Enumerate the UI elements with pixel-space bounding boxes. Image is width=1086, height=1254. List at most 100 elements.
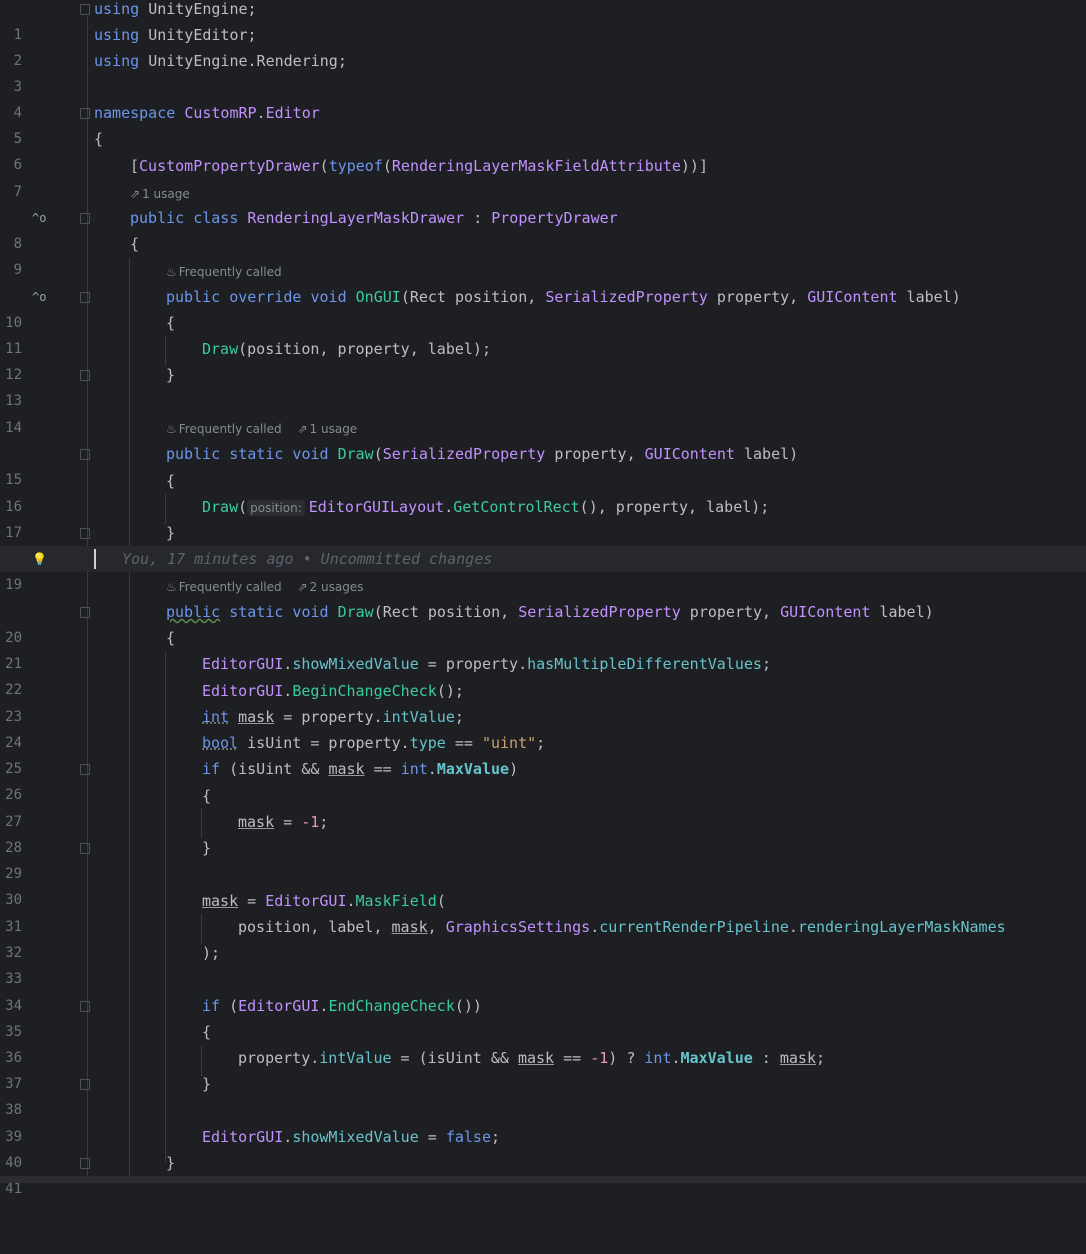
code-line[interactable]: 32 position, label, mask, GraphicsSettin… — [0, 914, 1086, 961]
code-line[interactable]: 31 mask = EditorGUI.MaskField( — [0, 888, 1086, 935]
flame-icon: ♨ — [166, 265, 177, 279]
usage-arrow-icon: ⇗ — [297, 580, 308, 594]
fold-marker-icon[interactable] — [80, 1158, 90, 1169]
code-text: } — [166, 1154, 176, 1172]
code-text: property.intValue = (isUint && mask == -… — [238, 1049, 826, 1067]
code-text: { — [166, 314, 176, 332]
fold-marker-icon[interactable] — [80, 108, 90, 119]
frequently-called-hint[interactable]: ♨ Frequently called ⇗ 2 usages — [166, 576, 375, 598]
code-line[interactable]: 33 ); — [0, 940, 1086, 987]
parameter-hint: position: — [247, 500, 305, 516]
fold-marker-icon[interactable] — [80, 528, 90, 539]
code-text: public override void OnGUI(Rect position… — [166, 288, 961, 306]
code-text: EditorGUI.BeginChangeCheck(); — [202, 682, 464, 700]
code-line[interactable]: 28 mask = -1; — [0, 809, 1086, 856]
code-line[interactable]: 13 } — [0, 362, 1086, 409]
code-text: { — [166, 629, 176, 647]
code-line[interactable]: 15 public static void Draw(SerializedPro… — [0, 441, 1086, 488]
usage-arrow-icon: ⇗ — [297, 422, 308, 436]
code-line[interactable]: 35 if (EditorGUI.EndChangeCheck()) — [0, 993, 1086, 1040]
code-line[interactable]: 2 using UnityEditor; — [0, 22, 1086, 69]
blame-annotation: You, 17 minutes ago • Uncommitted change… — [122, 550, 493, 568]
code-line[interactable]: 11 { — [0, 310, 1086, 357]
code-line[interactable]: 17 Draw(position: EditorGUILayout.GetCont… — [0, 494, 1086, 541]
line-number: 9 — [13, 262, 22, 278]
code-text: { — [130, 235, 140, 253]
code-line[interactable]: 8 ^o public class RenderingLayerMaskDraw… — [0, 205, 1086, 252]
code-text: public static void Draw(SerializedProper… — [166, 445, 799, 463]
code-line[interactable]: 18 } — [0, 520, 1086, 567]
code-text: using UnityEngine; — [94, 0, 257, 18]
override-up-icon[interactable]: ^o — [32, 205, 50, 231]
code-text: Draw(position, property, label); — [202, 340, 491, 358]
code-line[interactable]: 40 EditorGUI.showMixedValue = false; — [0, 1124, 1086, 1171]
code-text: { — [202, 787, 212, 805]
code-line[interactable]: 1 using UnityEngine; — [0, 0, 1086, 43]
fold-marker-icon[interactable] — [80, 449, 90, 460]
usage-arrow-icon: ⇗ — [130, 187, 141, 201]
frequently-called-hint[interactable]: ♨ Frequently called ⇗ 1 usage — [166, 418, 369, 440]
code-line[interactable]: 6 { — [0, 126, 1086, 173]
code-text: } — [202, 839, 212, 857]
code-text: EditorGUI.showMixedValue = false; — [202, 1128, 501, 1146]
fold-marker-icon[interactable] — [80, 213, 90, 224]
code-line[interactable]: 39 — [0, 1098, 1086, 1145]
code-text: ); — [202, 944, 221, 962]
lightbulb-icon[interactable]: 💡 — [32, 546, 50, 572]
fold-marker-icon[interactable] — [80, 4, 90, 15]
code-line[interactable]: 14 — [0, 389, 1086, 436]
code-line[interactable]: 20 public static void Draw(Rect position… — [0, 599, 1086, 646]
code-line[interactable]: 26 if (isUint && mask == int.MaxValue) — [0, 756, 1086, 803]
code-text: { — [202, 1023, 212, 1041]
fold-marker-icon[interactable] — [80, 764, 90, 775]
current-code-line[interactable]: 19 💡 You, 17 minutes ago • Uncommitted c… — [0, 546, 1086, 593]
code-line[interactable]: 29 } — [0, 835, 1086, 882]
fold-marker-icon[interactable] — [80, 843, 90, 854]
code-line[interactable]: 9 { — [0, 231, 1086, 278]
fold-marker-icon[interactable] — [80, 607, 90, 618]
code-text: EditorGUI.showMixedValue = property.hasM… — [202, 655, 771, 673]
code-line[interactable]: 3 using UnityEngine.Rendering; — [0, 48, 1086, 95]
fold-marker-icon[interactable] — [80, 1001, 90, 1012]
code-text: [CustomPropertyDrawer(typeof(RenderingLa… — [130, 157, 708, 175]
fold-marker-icon[interactable] — [80, 1079, 90, 1090]
status-bar — [0, 1176, 1086, 1183]
code-line[interactable]: 27 { — [0, 783, 1086, 830]
usage-hint[interactable]: ⇗ 1 usage — [130, 183, 202, 205]
code-line[interactable]: 5 namespace CustomRP.Editor — [0, 100, 1086, 147]
code-line[interactable]: 25 bool isUint = property.type == "uint"… — [0, 730, 1086, 777]
override-up-icon[interactable]: ^o — [32, 284, 50, 310]
fold-marker-icon[interactable] — [80, 370, 90, 381]
code-line[interactable]: 41 } — [0, 1150, 1086, 1197]
code-line[interactable]: 21 { — [0, 625, 1086, 672]
flame-icon: ♨ — [166, 422, 177, 436]
code-text: { — [166, 472, 176, 490]
code-text: using UnityEditor; — [94, 26, 257, 44]
code-line[interactable]: 30 — [0, 861, 1086, 908]
line-number: 19 — [5, 577, 22, 593]
code-line[interactable]: 16 { — [0, 468, 1086, 515]
fold-marker-icon[interactable] — [80, 292, 90, 303]
code-text: Draw(position: EditorGUILayout.GetControl… — [202, 498, 770, 516]
code-line[interactable]: 23 EditorGUI.BeginChangeCheck(); — [0, 678, 1086, 725]
code-text: if (isUint && mask == int.MaxValue) — [202, 760, 519, 778]
code-line[interactable]: 37 property.intValue = (isUint && mask =… — [0, 1045, 1086, 1092]
code-line[interactable]: 4 — [0, 74, 1086, 121]
code-text: mask = EditorGUI.MaskField( — [202, 892, 446, 910]
code-line[interactable]: 10 ^o public override void OnGUI(Rect po… — [0, 284, 1086, 331]
code-line[interactable]: 38 } — [0, 1071, 1086, 1118]
frequently-called-hint[interactable]: ♨ Frequently called — [166, 261, 294, 283]
code-line[interactable]: 22 EditorGUI.showMixedValue = property.h… — [0, 651, 1086, 698]
code-text: using UnityEngine.Rendering; — [94, 52, 347, 70]
code-line[interactable]: 36 { — [0, 1019, 1086, 1066]
code-text: position, label, mask, GraphicsSettings.… — [238, 918, 1006, 936]
code-text: namespace CustomRP.Editor — [94, 104, 320, 122]
line-number: 7 — [13, 184, 22, 200]
code-text: mask = -1; — [238, 813, 329, 831]
code-line[interactable]: 7 [CustomPropertyDrawer(typeof(Rendering… — [0, 153, 1086, 200]
code-line[interactable]: 12 Draw(position, property, label); — [0, 336, 1086, 383]
code-line[interactable]: 24 int mask = property.intValue; — [0, 704, 1086, 751]
code-line[interactable]: 34 — [0, 967, 1086, 1014]
code-text: bool isUint = property.type == "uint"; — [202, 734, 546, 752]
code-text: } — [202, 1075, 212, 1093]
